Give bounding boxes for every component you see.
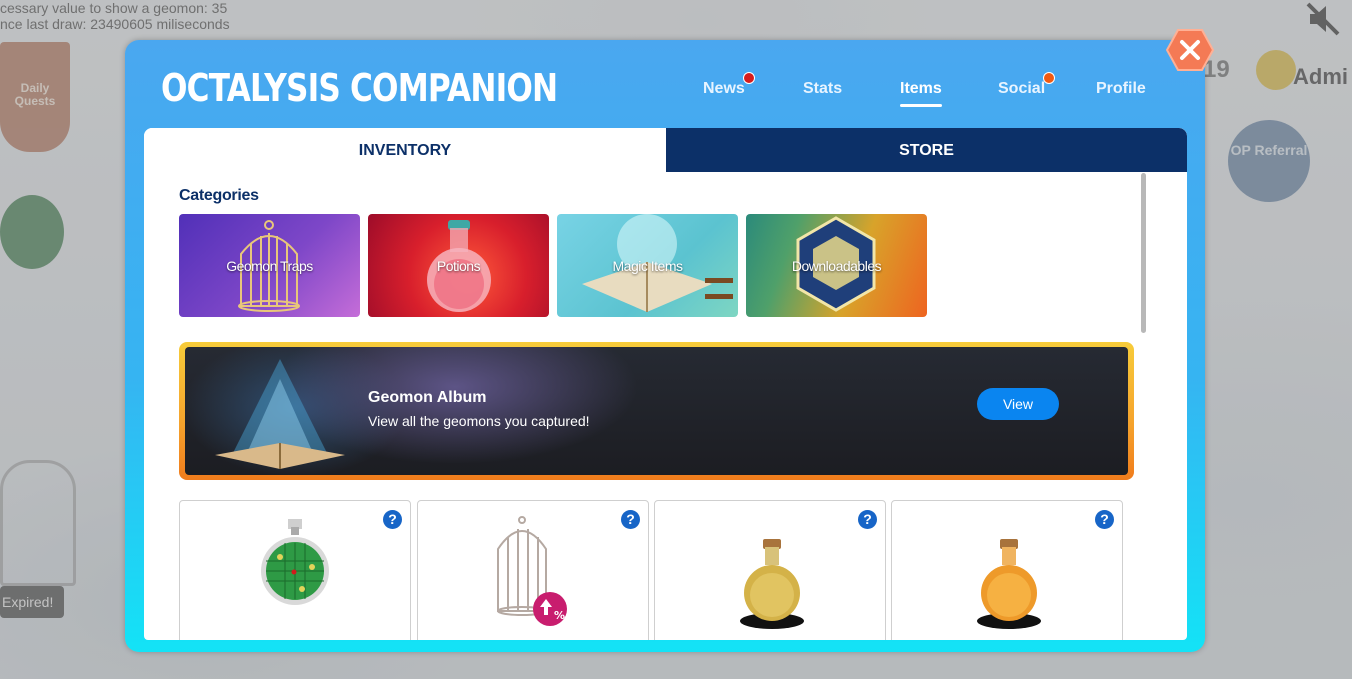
tab-store[interactable]: STORE [666, 128, 1187, 172]
active-tab-indicator [900, 104, 942, 107]
notification-dot-icon [742, 72, 755, 84]
nav-news[interactable]: News [703, 72, 755, 98]
categories-heading: Categories [179, 187, 259, 204]
cage-upgrade-icon: % [497, 516, 567, 626]
close-button[interactable] [1166, 28, 1214, 72]
panel-tabs: INVENTORY STORE [144, 128, 1187, 172]
glowing-book-icon [215, 359, 345, 469]
category-downloadables[interactable]: Downloadables [746, 214, 927, 317]
geomon-album-card[interactable]: Geomon Album View all the geomons you ca… [179, 342, 1134, 480]
category-label: Potions [436, 258, 481, 274]
album-title: Geomon Album [368, 389, 487, 406]
close-hexagon-icon [1166, 29, 1214, 71]
nav-profile[interactable]: Profile [1096, 80, 1146, 98]
percent-badge: % [554, 609, 565, 622]
scrollbar[interactable] [1141, 173, 1146, 333]
modal-title: OCTALYSIS COMPANION [161, 66, 558, 110]
album-description: View all the geomons you captured! [368, 413, 590, 429]
nav-items-label: Items [900, 80, 942, 97]
category-magic-items[interactable]: Magic Items [557, 214, 738, 317]
nav-news-label: News [703, 80, 745, 97]
tab-inventory[interactable]: INVENTORY [144, 128, 666, 172]
category-potions[interactable]: Potions [368, 214, 549, 317]
content-panel: INVENTORY STORE Categories Geomon Traps [144, 128, 1187, 640]
geomon-radar-icon [261, 519, 329, 605]
orange-potion-icon [977, 539, 1041, 629]
companion-modal: OCTALYSIS COMPANION News Stats Items Soc… [125, 29, 1214, 652]
inventory-item-card[interactable]: ? [179, 500, 411, 640]
inventory-item-card[interactable]: ? [654, 500, 886, 640]
help-icon[interactable]: ? [1095, 510, 1114, 529]
nav-social[interactable]: Social [998, 72, 1056, 98]
nav-items[interactable]: Items [900, 80, 942, 107]
nav-stats-label: Stats [803, 80, 843, 97]
help-icon[interactable]: ? [621, 510, 640, 529]
view-album-button[interactable]: View [977, 388, 1059, 420]
category-label: Geomon Traps [226, 258, 313, 274]
golden-potion-icon [740, 539, 804, 629]
nav-social-label: Social [998, 80, 1046, 97]
nav-stats[interactable]: Stats [803, 80, 842, 98]
category-label: Downloadables [791, 258, 882, 274]
help-icon[interactable]: ? [383, 510, 402, 529]
album-inner: Geomon Album View all the geomons you ca… [185, 347, 1128, 475]
category-geomon-traps[interactable]: Geomon Traps [179, 214, 360, 317]
category-label: Magic Items [612, 258, 683, 274]
inventory-item-card[interactable]: ? % [417, 500, 649, 640]
notification-dot-icon [1043, 72, 1056, 84]
nav-profile-label: Profile [1096, 80, 1146, 97]
help-icon[interactable]: ? [858, 510, 877, 529]
inventory-item-card[interactable]: ? [891, 500, 1123, 640]
